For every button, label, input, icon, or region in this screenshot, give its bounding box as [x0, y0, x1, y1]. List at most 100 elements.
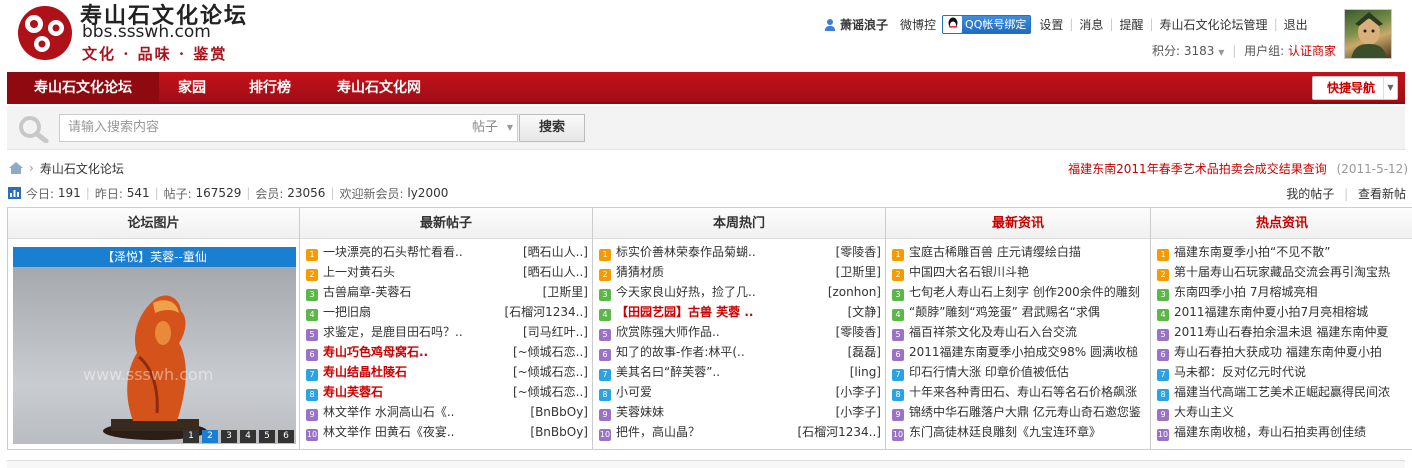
slide-page-4[interactable]: 4	[240, 430, 256, 443]
list-item[interactable]: 10 林文举作 田黄石《夜宴.. [BnBbOy]	[306, 422, 588, 442]
breadcrumb-forum[interactable]: 寿山石文化论坛	[40, 160, 124, 177]
item-author-link[interactable]: [晒石山人..]	[519, 262, 588, 282]
search-button[interactable]: 搜索	[519, 114, 585, 142]
announcement-link[interactable]: 福建东南2011年春季艺术品拍卖会成交结果查询	[1068, 162, 1327, 176]
quick-nav-button[interactable]: 快捷导航 ▼	[1312, 76, 1398, 100]
new-posts-link[interactable]: 查看新帖	[1358, 187, 1406, 201]
list-item[interactable]: 2 上一对黄石头 [晒石山人..]	[306, 262, 588, 282]
item-title-link[interactable]: 林文举作 水洞高山石《..	[323, 405, 454, 419]
item-title-link[interactable]: 古兽扁章-芙蓉石	[323, 285, 411, 299]
list-item[interactable]: 1 标实价善林荣泰作品菊蝴.. [零陵香]	[599, 242, 881, 262]
list-item[interactable]: 1 宝庭古稀雕百兽 庄元请缨绘白描	[892, 242, 1146, 262]
item-title-link[interactable]: 福建东南夏季小拍“不见不散”	[1174, 245, 1330, 259]
logout-link[interactable]: 退出	[1284, 16, 1308, 33]
item-title-link[interactable]: “颠脖”雕刻“鸡笼蛋” 君武赐名“求偶	[909, 305, 1100, 319]
newest-member-link[interactable]: ly2000	[407, 186, 448, 200]
search-type-select[interactable]: 帖子 ▼	[466, 114, 518, 142]
list-item[interactable]: 2 猜猜材质 [卫斯里]	[599, 262, 881, 282]
list-item[interactable]: 6 知了的故事-作者:林平(.. [磊磊]	[599, 342, 881, 362]
item-author-link[interactable]: [晒石山人..]	[519, 242, 588, 262]
item-title-link[interactable]: 2011寿山石春拍余温未退 福建东南仲夏	[1174, 325, 1388, 339]
list-item[interactable]: 9 林文举作 水洞高山石《.. [BnBbOy]	[306, 402, 588, 422]
list-item[interactable]: 10 福建东南收槌，寿山石拍卖再创佳绩	[1157, 422, 1409, 442]
group-value[interactable]: 认证商家	[1288, 44, 1336, 58]
list-item[interactable]: 8 小可爱 [小李子]	[599, 382, 881, 402]
item-author-link[interactable]: [~倾城石恋..]	[508, 382, 588, 402]
item-title-link[interactable]: 东门高徒林廷良雕刻《九宝连环章》	[909, 425, 1101, 439]
list-item[interactable]: 7 美其名曰“醉芙蓉”.. [ling]	[599, 362, 881, 382]
list-item[interactable]: 4 一把旧扇 [石榴河1234..]	[306, 302, 588, 322]
item-title-link[interactable]: 上一对黄石头	[323, 265, 395, 279]
item-title-link[interactable]: 寿山芙蓉石	[323, 385, 383, 399]
item-title-link[interactable]: 小可爱	[616, 385, 652, 399]
nav-ranking[interactable]: 排行榜	[229, 72, 311, 104]
list-item[interactable]: 5 福百祥茶文化及寿山石入台交流	[892, 322, 1146, 342]
item-author-link[interactable]: [石榴河1234..]	[500, 302, 588, 322]
list-item[interactable]: 9 芙蓉妹妹 [小李子]	[599, 402, 881, 422]
item-title-link[interactable]: 马未都：反对亿元时代说	[1174, 365, 1306, 379]
avatar[interactable]	[1344, 9, 1392, 59]
list-item[interactable]: 4 “颠脖”雕刻“鸡笼蛋” 君武赐名“求偶	[892, 302, 1146, 322]
item-title-link[interactable]: 东南四季小拍 7月榕城亮相	[1174, 285, 1317, 299]
list-item[interactable]: 3 今天家良山好热，捡了几.. [zonhon]	[599, 282, 881, 302]
item-title-link[interactable]: 寿山巧色鸡母窝石..	[323, 345, 428, 359]
item-author-link[interactable]: [司马红叶..]	[519, 322, 588, 342]
item-title-link[interactable]: 中国四大名石银川斗艳	[909, 265, 1029, 279]
item-title-link[interactable]: 七旬老人寿山石上刻字 创作200余件的雕刻	[909, 285, 1140, 299]
list-item[interactable]: 3 古兽扁章-芙蓉石 [卫斯里]	[306, 282, 588, 302]
item-title-link[interactable]: 印石行情大涨 印章价值被低估	[909, 365, 1069, 379]
item-title-link[interactable]: 锦绣中华石雕落户大鼎 亿元寿山奇石邀您鉴	[909, 405, 1141, 419]
nav-forum-home[interactable]: 寿山石文化论坛	[7, 72, 159, 104]
list-item[interactable]: 1 一块漂亮的石头帮忙看看.. [晒石山人..]	[306, 242, 588, 262]
username-link[interactable]: 萧谣浪子	[840, 16, 888, 33]
item-title-link[interactable]: 大寿山主义	[1174, 405, 1234, 419]
item-title-link[interactable]: 猜猜材质	[616, 265, 664, 279]
list-item[interactable]: 6 寿山石春拍大获成功 福建东南仲夏小拍	[1157, 342, 1409, 362]
item-title-link[interactable]: 知了的故事-作者:林平(..	[616, 345, 745, 359]
item-author-link[interactable]: [卫斯里]	[831, 262, 881, 282]
home-icon[interactable]	[9, 162, 23, 174]
item-author-link[interactable]: [~倾城石恋..]	[508, 362, 588, 382]
list-item[interactable]: 1 福建东南夏季小拍“不见不散”	[1157, 242, 1409, 262]
qq-bind-button[interactable]: QQ帐号绑定	[942, 14, 1032, 34]
list-item[interactable]: 7 马未都：反对亿元时代说	[1157, 362, 1409, 382]
item-author-link[interactable]: [小李子]	[831, 402, 881, 422]
item-author-link[interactable]: [文静]	[843, 302, 881, 322]
item-author-link[interactable]: [小李子]	[831, 382, 881, 402]
item-author-link[interactable]: [石榴河1234..]	[793, 422, 881, 442]
item-title-link[interactable]: 一把旧扇	[323, 305, 371, 319]
item-author-link[interactable]: [~倾城石恋..]	[508, 342, 588, 362]
search-input[interactable]: 请输入搜索内容	[59, 114, 467, 142]
item-title-link[interactable]: 2011福建东南夏季小拍成交98% 圆满收槌	[909, 345, 1138, 359]
slide-page-5[interactable]: 5	[259, 430, 275, 443]
item-author-link[interactable]: [磊磊]	[843, 342, 881, 362]
list-item[interactable]: 5 欣赏陈强大师作品.. [零陵香]	[599, 322, 881, 342]
list-item[interactable]: 2 第十届寿山石玩家藏品交流会再引淘宝热	[1157, 262, 1409, 282]
nav-home[interactable]: 家园	[159, 72, 225, 104]
list-item[interactable]: 5 2011寿山石春拍余温未退 福建东南仲夏	[1157, 322, 1409, 342]
slide-page-1[interactable]: 1	[183, 430, 199, 443]
list-item[interactable]: 8 十年来各种青田石、寿山石等名石价格飙涨	[892, 382, 1146, 402]
item-title-link[interactable]: 林文举作 田黄石《夜宴..	[323, 425, 454, 439]
messages-link[interactable]: 消息	[1079, 16, 1103, 33]
item-author-link[interactable]: [卫斯里]	[538, 282, 588, 302]
item-title-link[interactable]: 寿山石春拍大获成功 福建东南仲夏小拍	[1174, 345, 1382, 359]
list-item[interactable]: 8 福建当代高端工艺美术正崛起赢得民间浓	[1157, 382, 1409, 402]
item-title-link[interactable]: 今天家良山好热，捡了几..	[616, 285, 756, 299]
list-item[interactable]: 10 把件，高山晶？ [石榴河1234..]	[599, 422, 881, 442]
slide-page-3[interactable]: 3	[221, 430, 237, 443]
list-item[interactable]: 4 【田园艺园】古兽 芙蓉 .. [文静]	[599, 302, 881, 322]
item-title-link[interactable]: 欣赏陈强大师作品..	[616, 325, 720, 339]
item-title-link[interactable]: 芙蓉妹妹	[616, 405, 664, 419]
slide-page-2[interactable]: 2	[202, 430, 218, 443]
item-title-link[interactable]: 把件，高山晶？	[616, 425, 700, 439]
item-author-link[interactable]: [零陵香]	[831, 322, 881, 342]
list-item[interactable]: 9 大寿山主义	[1157, 402, 1409, 422]
item-title-link[interactable]: 求鉴定，是鹿目田石吗？..	[323, 325, 463, 339]
list-item[interactable]: 7 寿山结晶杜陵石 [~倾城石恋..]	[306, 362, 588, 382]
list-item[interactable]: 6 寿山巧色鸡母窝石.. [~倾城石恋..]	[306, 342, 588, 362]
item-title-link[interactable]: 2011福建东南仲夏小拍7月亮相榕城	[1174, 305, 1368, 319]
credits-value[interactable]: 3183	[1184, 44, 1215, 58]
list-item[interactable]: 2 中国四大名石银川斗艳	[892, 262, 1146, 282]
item-title-link[interactable]: 福百祥茶文化及寿山石入台交流	[909, 325, 1077, 339]
